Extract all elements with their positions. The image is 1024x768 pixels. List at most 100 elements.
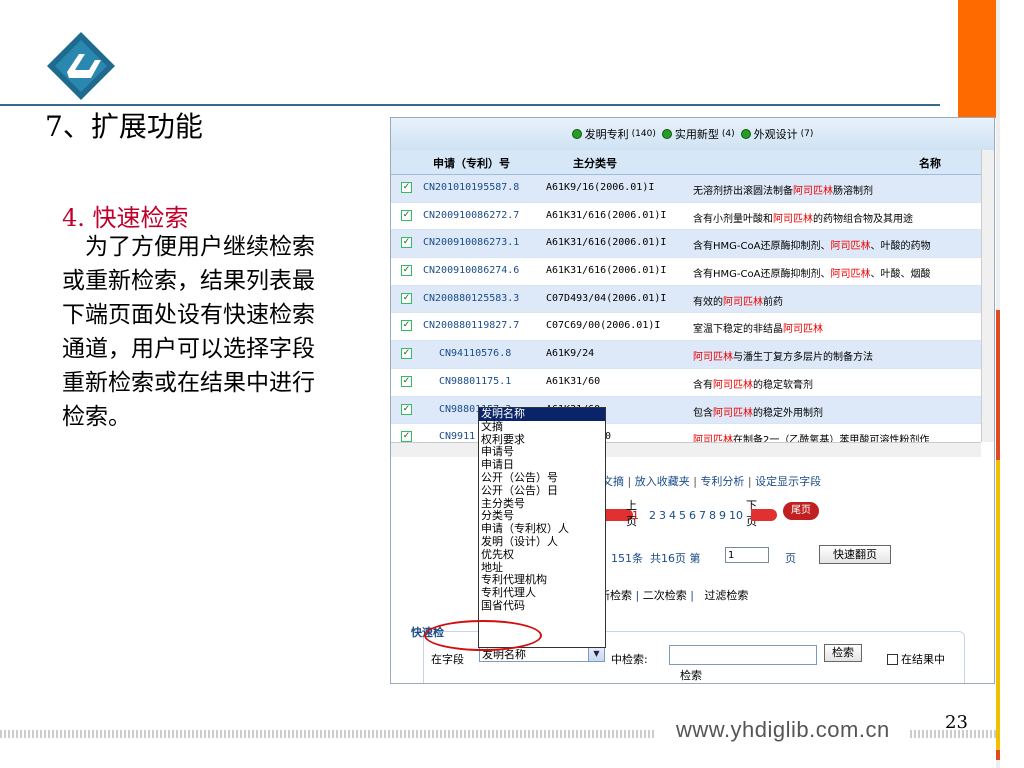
dropdown-option[interactable]: 国省代码 xyxy=(479,599,605,613)
row-checkbox[interactable]: ✓ xyxy=(401,403,412,415)
title-cell[interactable]: 阿司匹林与潘生丁复方多层片的制备方法 xyxy=(693,348,873,363)
title-cell[interactable]: 含有小剂量叶酸和阿司匹林的药物组合物及其用途 xyxy=(693,210,913,225)
accent-bar xyxy=(958,0,996,118)
page-6[interactable]: 6 xyxy=(689,509,696,522)
last-page-button[interactable]: 尾页 xyxy=(783,502,819,520)
table-row[interactable]: ✓ CN200910086272.7 A61K31/616(2006.01)I 含有小… xyxy=(391,203,981,231)
chevron-down-icon[interactable]: ▼ xyxy=(588,646,604,661)
table-row[interactable]: ✓ CN98801175.1 A61K31/60 含有阿司匹林的稳定软膏剂 xyxy=(391,369,981,397)
table-row[interactable]: ✓ CN200910086274.6 A61K31/616(2006.01)I 含有H… xyxy=(391,258,981,286)
dropdown-option[interactable]: 优先权 xyxy=(479,548,605,562)
class-cell: A61K31/616(2006.01)I xyxy=(546,265,667,277)
quick-page-button[interactable]: 快速翻页 xyxy=(819,545,891,564)
in-result-checkbox[interactable]: 在结果中 xyxy=(887,651,945,667)
title-text: 含有 xyxy=(693,379,713,391)
app-number-link[interactable]: CN94110576.8 xyxy=(439,348,511,359)
page-9[interactable]: 9 xyxy=(719,509,726,522)
row-checkbox[interactable]: ✓ xyxy=(401,209,412,221)
row-checkbox[interactable]: ✓ xyxy=(401,182,412,193)
radio-dot-icon xyxy=(571,129,582,139)
dropdown-option[interactable]: 公开（公告）日 xyxy=(479,484,605,498)
keyword-highlight: 阿司匹林 xyxy=(793,186,833,197)
footer-url: www.yhdiglib.com.cn xyxy=(676,717,890,742)
set-fields-link[interactable]: 设定显示字段 xyxy=(755,475,821,488)
app-number-link[interactable]: CN200880125583.3 xyxy=(423,293,519,304)
page-2[interactable]: 2 xyxy=(649,509,656,522)
page-5[interactable]: 5 xyxy=(679,509,686,522)
field-dropdown-list[interactable]: 发明名称 文摘 权利要求 申请号 申请日 公开（公告）号 公开（公告）日 主分类号 分类号 申请（… xyxy=(478,407,606,648)
patent-analysis-link[interactable]: 专利分析 xyxy=(700,475,744,488)
title-text: 的稳定软膏剂 xyxy=(753,379,813,391)
class-cell: A61K31/616(2006.01)I xyxy=(546,237,667,249)
col-name[interactable]: 名称 xyxy=(919,155,941,171)
quick-search-input[interactable] xyxy=(669,645,817,665)
page-10[interactable]: 10 xyxy=(729,509,743,522)
result-count: 151条 共16页 第 xyxy=(611,552,701,565)
page-suffix: 页 xyxy=(785,552,796,565)
app-number-link[interactable]: CN9911 xyxy=(439,431,475,442)
title-cell[interactable]: 含有阿司匹林的稳定软膏剂 xyxy=(693,376,813,391)
in-field-label: 在字段 xyxy=(431,653,464,666)
keyword-highlight: 阿司匹林 xyxy=(713,379,753,391)
dropdown-option[interactable]: 发明（设计）人 xyxy=(479,535,605,549)
radio-dot-icon xyxy=(661,129,672,139)
tab-design[interactable]: 外观设计 (7) xyxy=(740,126,813,142)
title-text: 包含 xyxy=(693,407,713,419)
row-checkbox[interactable]: ✓ xyxy=(401,237,412,249)
row-checkbox[interactable]: ✓ xyxy=(401,375,412,387)
page-1[interactable]: 1 xyxy=(632,509,639,522)
table-row[interactable]: ✓ CN200910086273.1 A61K31/616(2006.01)I 含有H… xyxy=(391,230,981,259)
title-text: 前药 xyxy=(763,296,783,308)
table-row[interactable]: ✓ CN200880125583.3 C07D493/04(2006.01)I 有效的… xyxy=(391,285,981,314)
title-cell[interactable]: 包含阿司匹林的稳定外用制剂 xyxy=(693,404,823,419)
row-checkbox[interactable]: ✓ xyxy=(401,265,412,277)
row-checkbox[interactable]: ✓ xyxy=(401,348,412,360)
app-number-link[interactable]: CN201010195587.8 xyxy=(423,182,519,193)
dropdown-option[interactable]: 发明名称 xyxy=(479,408,605,421)
page-3[interactable]: 3 xyxy=(659,509,666,522)
page-number-input[interactable]: 1 xyxy=(725,547,769,563)
title-text: 有效的 xyxy=(693,296,723,308)
row-checkbox[interactable]: ✓ xyxy=(401,292,412,304)
app-number-link[interactable]: CN200910086273.1 xyxy=(423,237,519,248)
tab-utility[interactable]: 实用新型 (4) xyxy=(661,126,735,142)
page-4[interactable]: 4 xyxy=(669,509,676,522)
table-row[interactable]: ✓ CN201010195587.8 A61K9/16(2006.01)I 无溶剂挤出… xyxy=(391,175,981,203)
col-app-number[interactable]: 申请（专利）号 xyxy=(433,155,510,171)
app-number-link[interactable]: CN98801175.1 xyxy=(439,376,511,387)
library-logo xyxy=(47,32,115,100)
row-checkbox[interactable]: ✓ xyxy=(401,320,412,332)
search-caption: 检索 xyxy=(680,669,702,682)
title-cell[interactable]: 无溶剂挤出滚圆法制备阿司匹林肠溶制剂 xyxy=(693,182,873,197)
title-text: 含有小剂量叶酸和 xyxy=(693,213,773,225)
title-text: 、叶酸的药物 xyxy=(870,241,931,253)
app-number-link[interactable]: CN200910086272.7 xyxy=(423,210,519,221)
app-number-link[interactable]: CN200910086274.6 xyxy=(423,265,519,276)
table-row[interactable]: ✓ CN200880119827.7 C07C69/00(2006.01)I 室温下稳… xyxy=(391,313,981,342)
keyword-highlight: 阿司匹林 xyxy=(723,296,763,308)
title-cell[interactable]: 含有HMG-CoA还原酶抑制剂、阿司匹林、叶酸、烟酸 xyxy=(693,265,930,280)
vertical-scrollbar[interactable] xyxy=(981,150,994,442)
title-cell[interactable]: 有效的阿司匹林前药 xyxy=(693,293,783,308)
title-cell[interactable]: 含有HMG-CoA还原酶抑制剂、阿司匹林、叶酸的药物 xyxy=(693,237,930,252)
app-number-link[interactable]: CN200880119827.7 xyxy=(423,320,519,331)
second-search-link[interactable]: 二次检索 xyxy=(643,589,687,602)
title-cell[interactable]: 室温下稳定的非结晶阿司匹林 xyxy=(693,320,823,335)
col-class[interactable]: 主分类号 xyxy=(573,155,617,171)
search-button[interactable]: 检索 xyxy=(824,644,862,662)
page-7[interactable]: 7 xyxy=(699,509,706,522)
checkbox-icon[interactable] xyxy=(887,653,898,665)
page-8[interactable]: 8 xyxy=(709,509,716,522)
filter-search-link[interactable]: 过滤检索 xyxy=(704,589,748,602)
title-text: 无溶剂挤出滚圆法制备 xyxy=(693,186,793,197)
row-checkbox[interactable]: ✓ xyxy=(401,431,412,443)
dropdown-option[interactable]: 文摘 xyxy=(479,420,605,434)
table-row[interactable]: ✓ CN94110576.8 A61K9/24 阿司匹林与潘生丁复方多层片的制备方法 xyxy=(391,341,981,369)
add-favorites-link[interactable]: 放入收藏夹 xyxy=(635,475,690,488)
title-text: 的稳定外用制剂 xyxy=(753,407,823,419)
footer-dots-left xyxy=(0,730,655,738)
tab-invention[interactable]: 发明专利 (140) xyxy=(571,126,656,142)
keyword-highlight: 阿司匹林 xyxy=(693,352,733,364)
dropdown-option[interactable]: 公开（公告）号 xyxy=(479,471,605,485)
search-links: 新检索 | 二次检索 | 过滤检索 xyxy=(599,589,749,602)
